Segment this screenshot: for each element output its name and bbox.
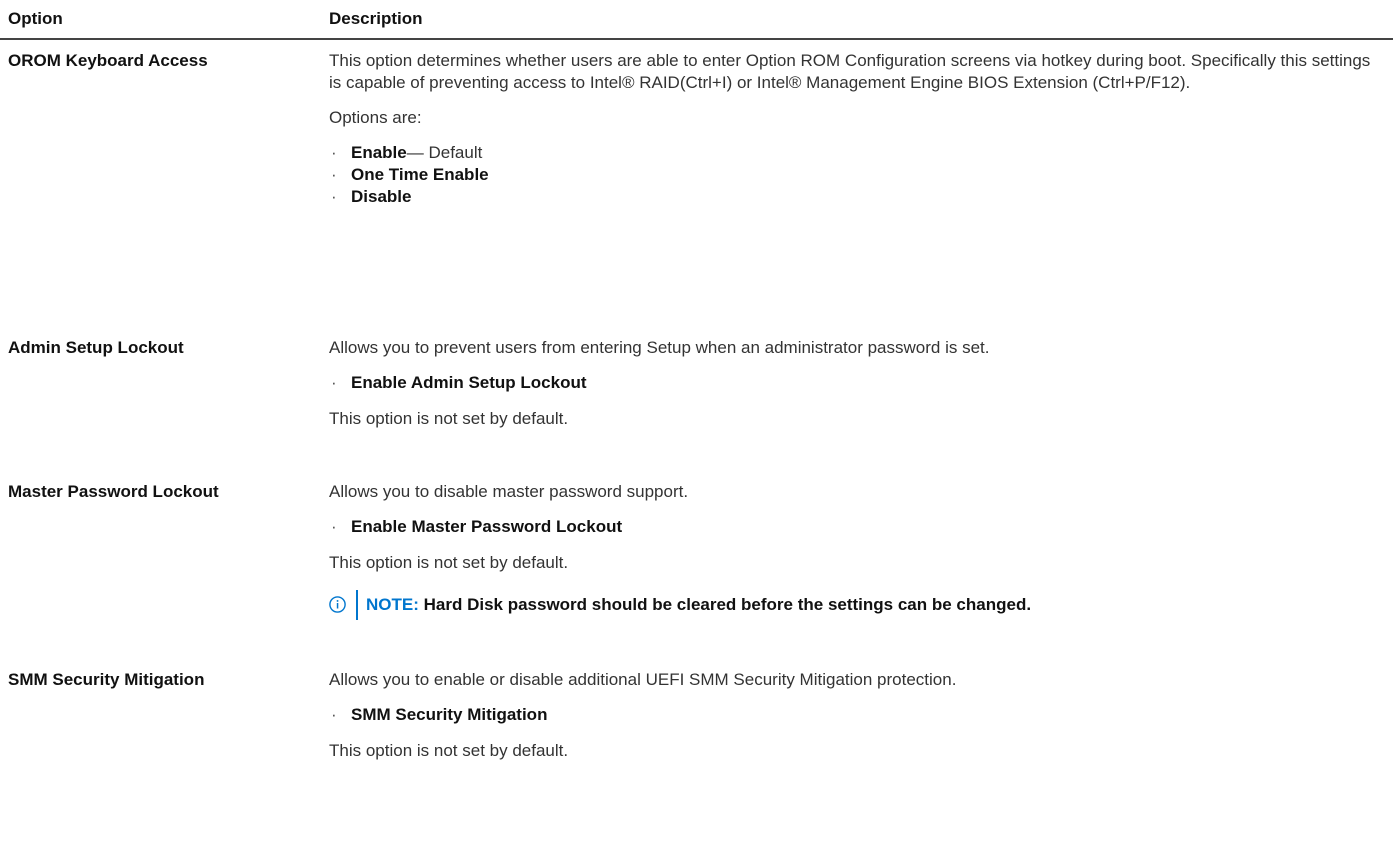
option-name: SMM Security Mitigation bbox=[8, 670, 205, 689]
bullet-icon: · bbox=[331, 143, 337, 162]
list-item: · Enable— Default bbox=[331, 143, 483, 162]
header-description: Description bbox=[329, 9, 423, 28]
description-text: Allows you to prevent users from enterin… bbox=[329, 338, 990, 357]
options-list: · Enable Master Password Lockout bbox=[329, 516, 1379, 538]
option-description: Allows you to prevent users from enterin… bbox=[329, 337, 1379, 430]
option-description: This option determines whether users are… bbox=[329, 50, 1379, 208]
note-text: NOTE: Hard Disk password should be clear… bbox=[366, 595, 1032, 614]
list-item: · One Time Enable bbox=[331, 165, 489, 184]
option-description: Allows you to disable master password su… bbox=[329, 481, 1379, 622]
option-description: Allows you to enable or disable addition… bbox=[329, 669, 1379, 762]
list-item: · Disable bbox=[331, 187, 412, 206]
option-name: Admin Setup Lockout bbox=[8, 338, 184, 357]
bios-options-table: Option Description OROM Keyboard Access … bbox=[0, 0, 1393, 844]
table-header: Option Description bbox=[0, 0, 1393, 40]
default-text: This option is not set by default. bbox=[329, 409, 569, 428]
default-text: This option is not set by default. bbox=[329, 553, 569, 572]
list-item: · SMM Security Mitigation bbox=[331, 705, 548, 724]
options-list: · Enable— Default · One Time Enable · Di… bbox=[329, 142, 1379, 208]
header-option: Option bbox=[8, 9, 63, 28]
option-name: Master Password Lockout bbox=[8, 482, 219, 501]
description-text: Allows you to disable master password su… bbox=[329, 482, 689, 501]
list-item: · Enable Admin Setup Lockout bbox=[331, 373, 587, 392]
info-circle-icon bbox=[329, 596, 346, 613]
bullet-icon: · bbox=[331, 187, 337, 206]
list-item: · Enable Master Password Lockout bbox=[331, 517, 623, 536]
description-text: This option determines whether users are… bbox=[329, 51, 1371, 92]
description-text: Allows you to enable or disable addition… bbox=[329, 670, 957, 689]
default-text: This option is not set by default. bbox=[329, 741, 569, 760]
bullet-icon: · bbox=[331, 705, 337, 724]
bullet-icon: · bbox=[331, 373, 337, 392]
option-name: OROM Keyboard Access bbox=[8, 51, 208, 70]
note-divider bbox=[356, 590, 358, 620]
bullet-icon: · bbox=[331, 165, 337, 184]
options-list: · Enable Admin Setup Lockout bbox=[329, 372, 1379, 394]
options-list: · SMM Security Mitigation bbox=[329, 704, 1379, 726]
note-callout: NOTE: Hard Disk password should be clear… bbox=[329, 588, 1379, 622]
options-label: Options are: bbox=[329, 108, 422, 127]
bullet-icon: · bbox=[331, 517, 337, 536]
